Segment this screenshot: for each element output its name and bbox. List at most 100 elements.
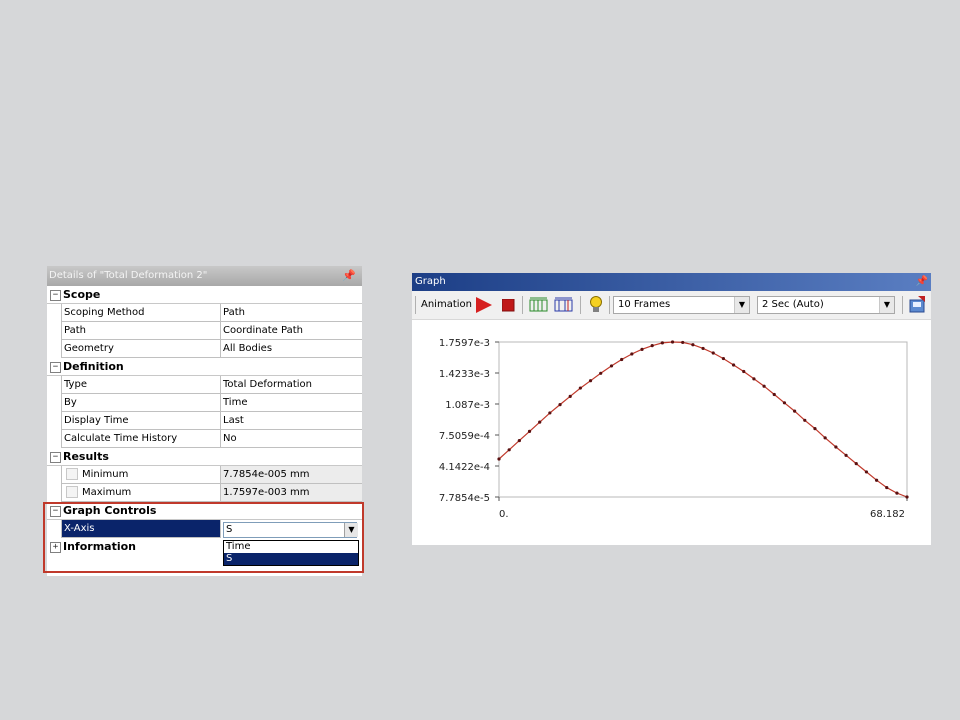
y-tick-label: 7.5059e-4 — [439, 431, 490, 442]
property-scoping-method[interactable]: Scoping Method Path — [47, 304, 362, 322]
property-value[interactable]: Last — [221, 412, 362, 430]
property-name: Path — [61, 322, 221, 340]
graph-plot: 1.7597e-3 1.4233e-3 1.087e-3 7.5059e-4 4.142… — [439, 338, 909, 520]
property-calculate-time-history[interactable]: Calculate Time History No — [47, 430, 362, 448]
result-sets-icon[interactable] — [554, 297, 574, 315]
details-title-bar: Details of "Total Deformation 2" 📌 — [47, 266, 362, 286]
x-axis-dropdown[interactable]: S — [223, 522, 357, 538]
property-name: Maximum — [61, 484, 221, 502]
pin-icon[interactable]: 📌 — [342, 266, 356, 286]
y-tick-label: 1.087e-3 — [445, 400, 490, 411]
data-point — [752, 377, 756, 381]
category-results[interactable]: − Results — [47, 448, 362, 466]
property-geometry[interactable]: Geometry All Bodies — [47, 340, 362, 358]
category-graph-controls[interactable]: − Graph Controls — [47, 502, 362, 520]
data-point — [599, 371, 603, 375]
x-tick-label: 68.182 — [870, 509, 905, 520]
details-panel: Details of "Total Deformation 2" 📌 − Sco… — [47, 266, 362, 576]
data-point — [517, 438, 521, 443]
data-point — [558, 403, 562, 407]
property-value[interactable]: Total Deformation — [221, 376, 362, 394]
property-name: By — [61, 394, 221, 412]
collapse-icon[interactable]: − — [50, 506, 61, 517]
category-definition[interactable]: − Definition — [47, 358, 362, 376]
duration-dropdown[interactable]: 2 Sec (Auto) ▼ — [757, 296, 895, 314]
data-point — [874, 478, 879, 482]
collapse-icon[interactable]: − — [50, 452, 61, 463]
data-point — [578, 386, 582, 390]
property-name: Scoping Method — [61, 304, 221, 322]
property-maximum[interactable]: Maximum 1.7597e-003 mm — [47, 484, 362, 502]
x-axis-dropdown-list: Time S — [223, 540, 359, 566]
data-point — [507, 448, 511, 452]
data-point — [905, 495, 909, 499]
property-name: Calculate Time History — [61, 430, 221, 448]
property-by[interactable]: By Time — [47, 394, 362, 412]
category-label: Scope — [63, 288, 101, 301]
data-point — [854, 462, 858, 466]
property-value: 7.7854e-005 mm — [221, 466, 362, 484]
data-point — [782, 401, 787, 405]
dropdown-option-s[interactable]: S — [224, 553, 358, 565]
property-type[interactable]: Type Total Deformation — [47, 376, 362, 394]
chevron-down-icon[interactable]: ▼ — [734, 297, 749, 313]
data-point — [742, 369, 746, 374]
property-display-time[interactable]: Display Time Last — [47, 412, 362, 430]
data-point — [803, 418, 807, 422]
property-value[interactable]: Time — [221, 394, 362, 412]
data-point — [497, 457, 501, 461]
category-label: Definition — [63, 360, 124, 373]
stop-icon[interactable] — [502, 299, 515, 317]
play-icon[interactable] — [475, 297, 493, 315]
lightbulb-icon[interactable] — [589, 296, 603, 314]
data-point — [588, 379, 593, 383]
data-point — [650, 344, 654, 348]
property-value[interactable]: Path — [221, 304, 362, 322]
property-value[interactable]: All Bodies — [221, 340, 362, 358]
chevron-down-icon[interactable]: ▼ — [344, 523, 358, 537]
property-value[interactable]: No — [221, 430, 362, 448]
data-point — [813, 427, 817, 431]
data-point — [701, 346, 705, 351]
data-point — [620, 357, 624, 362]
parameter-checkbox[interactable] — [66, 468, 78, 480]
data-point — [772, 392, 776, 397]
graph-title: Graph — [415, 276, 446, 287]
property-path[interactable]: Path Coordinate Path — [47, 322, 362, 340]
toolbar-separator — [580, 296, 581, 314]
expand-icon[interactable]: + — [50, 542, 61, 553]
distributed-frames-icon[interactable] — [529, 297, 549, 315]
parameter-checkbox[interactable] — [66, 486, 78, 498]
animation-label: Animation — [421, 299, 472, 310]
data-point — [731, 363, 736, 367]
frames-dropdown[interactable]: 10 Frames ▼ — [613, 296, 750, 314]
graph-title-bar: Graph 📌 — [412, 273, 931, 291]
property-name-text: Maximum — [82, 487, 132, 498]
property-value[interactable]: Coordinate Path — [221, 322, 362, 340]
data-point — [568, 394, 572, 398]
data-point — [834, 445, 838, 449]
pin-icon[interactable]: 📌 — [916, 273, 928, 291]
property-minimum[interactable]: Minimum 7.7854e-005 mm — [47, 466, 362, 484]
chevron-down-icon[interactable]: ▼ — [879, 297, 894, 313]
export-icon[interactable] — [908, 296, 926, 314]
data-point — [823, 436, 827, 440]
y-tick-label: 1.4233e-3 — [439, 369, 490, 380]
category-label: Results — [63, 450, 109, 463]
collapse-icon[interactable]: − — [50, 362, 61, 373]
details-title: Details of "Total Deformation 2" — [49, 270, 208, 281]
data-point — [762, 384, 766, 388]
graph-panel: Graph 📌 Animation 10 Frames ▼ 2 Sec (Aut… — [412, 273, 931, 545]
dropdown-option-time[interactable]: Time — [224, 541, 358, 553]
property-name: Display Time — [61, 412, 221, 430]
data-point — [630, 352, 634, 356]
toolbar-separator — [609, 296, 610, 314]
toolbar-separator — [902, 296, 903, 314]
data-point — [885, 485, 889, 490]
data-point — [538, 420, 542, 424]
y-tick-label: 1.7597e-3 — [439, 338, 490, 349]
category-scope[interactable]: − Scope — [47, 286, 362, 304]
property-value: 1.7597e-003 mm — [221, 484, 362, 502]
property-name: Geometry — [61, 340, 221, 358]
collapse-icon[interactable]: − — [50, 290, 61, 301]
